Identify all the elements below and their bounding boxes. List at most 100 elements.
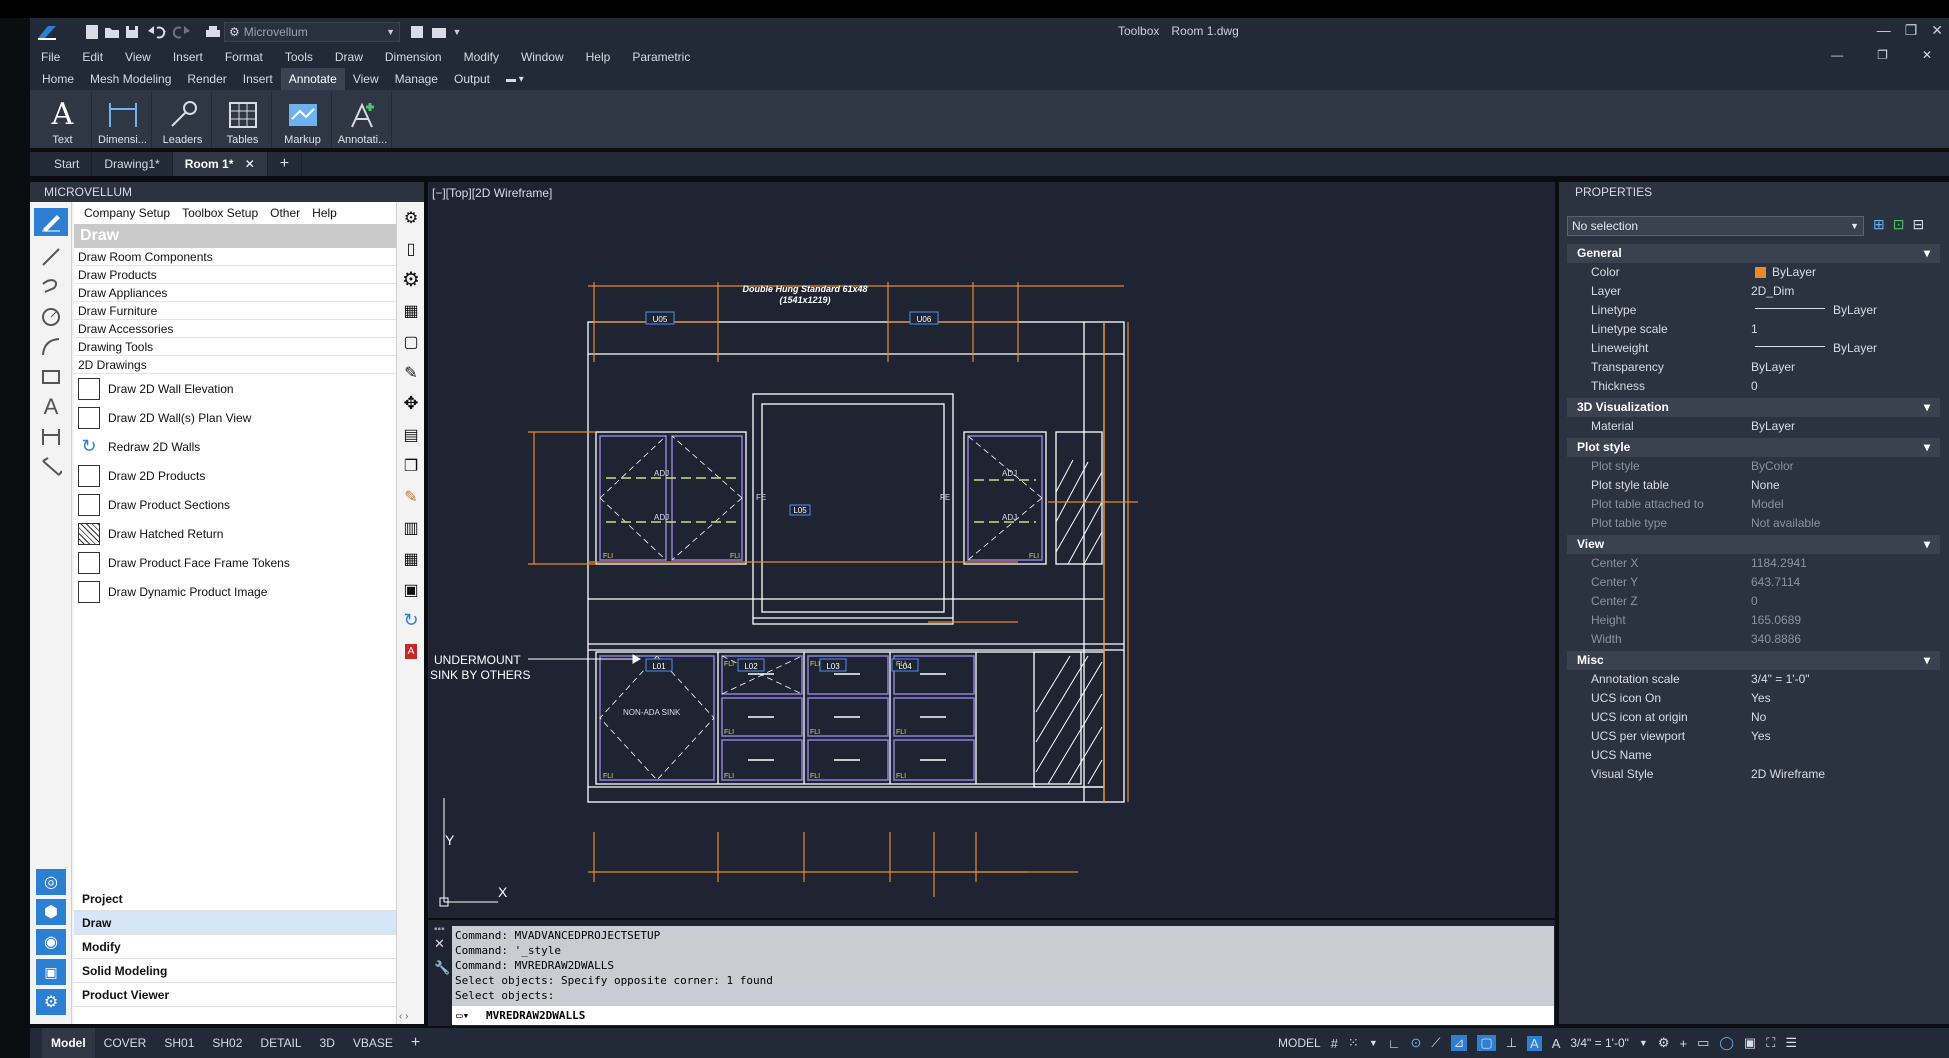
property-value-wrap[interactable]: ByLayer (1747, 339, 1940, 358)
2d-drawings-item[interactable]: 2D Drawings (74, 356, 396, 374)
menu-dimension[interactable]: Dimension (374, 50, 453, 64)
doc-tab-drawing1[interactable]: Drawing1* (92, 152, 173, 176)
menu-window[interactable]: Window (510, 50, 575, 64)
property-row[interactable]: Center Y 643.7114 (1567, 573, 1940, 592)
property-row[interactable]: Plot table type Not available (1567, 514, 1940, 533)
text-button[interactable]: A Text (34, 92, 92, 148)
nav-solid-modeling[interactable]: Solid Modeling (74, 959, 396, 983)
menu-edit[interactable]: Edit (71, 50, 114, 64)
paint-brush-icon[interactable]: ✎ (397, 481, 425, 512)
property-value[interactable]: 0 (1747, 592, 1940, 611)
menu-insert[interactable]: Insert (162, 50, 214, 64)
draw-furniture-item[interactable]: Draw Furniture (74, 302, 396, 320)
dimension-button[interactable]: Dimensi... (94, 92, 152, 148)
property-value[interactable]: None (1747, 476, 1940, 495)
aligned-dimension-icon[interactable] (30, 452, 72, 482)
circle-icon[interactable] (30, 302, 72, 332)
menu-help[interactable]: Help (575, 50, 622, 64)
draw-accessories-item[interactable]: Draw Accessories (74, 320, 396, 338)
draw-dynamic-product-image-item[interactable]: Draw Dynamic Product Image (74, 577, 396, 606)
report-icon[interactable]: ▯ (397, 233, 425, 264)
arc-icon[interactable] (30, 332, 72, 362)
property-value[interactable]: 3/4" = 1'-0" (1747, 670, 1940, 689)
tab-annotate[interactable]: Annotate (280, 68, 345, 90)
new-tab-plus-icon[interactable]: + (268, 152, 303, 176)
property-row[interactable]: Linetype scale 1 (1567, 320, 1940, 339)
drawing-viewport[interactable]: U05 U06 L05 L01 L02 L03 L04 Double Hung … (427, 182, 1555, 918)
polar-icon[interactable]: ⊙ (1410, 1035, 1421, 1051)
menu-tools[interactable]: Tools (274, 50, 324, 64)
layout-tab-sh01[interactable]: SH01 (155, 1028, 203, 1058)
property-row[interactable]: Transparency ByLayer (1567, 358, 1940, 377)
property-value[interactable]: ByLayer (1833, 303, 1877, 317)
tab-close-icon[interactable]: ✕ (245, 157, 255, 171)
tab-view[interactable]: View (345, 72, 387, 86)
linear-dimension-icon[interactable] (30, 422, 72, 452)
qat-save-icon[interactable] (122, 22, 142, 42)
property-value[interactable] (1747, 746, 1940, 765)
move-icon[interactable]: ✥ (397, 388, 425, 419)
copy-icon[interactable]: ❐ (397, 450, 425, 481)
collapse-arrow-icon[interactable]: ▾ (1924, 535, 1930, 554)
doc-restore-icon[interactable]: ❐ (1866, 48, 1899, 62)
clean-screen-icon[interactable]: ⛶ (1766, 1035, 1775, 1051)
tab-mesh-modeling[interactable]: Mesh Modeling (82, 72, 179, 86)
property-category[interactable]: 3D Visualization ▾ (1567, 398, 1940, 417)
property-value[interactable]: 1 (1747, 320, 1940, 339)
redraw-2d-walls-item[interactable]: ↻ Redraw 2D Walls (74, 432, 396, 461)
product-viewer-nav-icon[interactable]: ⚙ (30, 987, 72, 1017)
nav-product-viewer[interactable]: Product Viewer (74, 983, 396, 1007)
tab-home[interactable]: Home (34, 72, 82, 86)
property-row[interactable]: Color ByLayer (1567, 263, 1940, 282)
snap-dropdown-icon[interactable]: ▼ (1369, 1038, 1378, 1048)
property-category[interactable]: View ▾ (1567, 535, 1940, 554)
property-row[interactable]: Plot style ByColor (1567, 457, 1940, 476)
property-value[interactable]: Yes (1747, 689, 1940, 708)
property-value-wrap[interactable]: ByLayer (1747, 263, 1940, 282)
draw-products-item[interactable]: Draw Products (74, 266, 396, 284)
add-layout-plus-icon[interactable]: + (402, 1028, 429, 1058)
draw-2d-wall-plan-view-item[interactable]: Draw 2D Wall(s) Plan View (74, 403, 396, 432)
scroll-arrows-icon[interactable]: ‹ › (399, 1011, 408, 1022)
draw-product-sections-item[interactable]: Draw Product Sections (74, 490, 396, 519)
layout-tab-sh02[interactable]: SH02 (203, 1028, 251, 1058)
property-value[interactable]: Model (1747, 495, 1940, 514)
qat-redo-icon[interactable] (170, 22, 198, 42)
options-gear-icon[interactable]: ⚙ (397, 264, 425, 295)
property-row[interactable]: Lineweight ByLayer (1567, 339, 1940, 358)
frame-icon[interactable]: ▤ (397, 419, 425, 450)
rectangle-icon[interactable] (30, 362, 72, 392)
settings-gear-icon[interactable]: ⚙ (397, 202, 425, 233)
polyline-icon[interactable] (30, 272, 72, 302)
layout-tab-3d[interactable]: 3D (311, 1028, 344, 1058)
property-value[interactable]: 643.7114 (1747, 573, 1940, 592)
draw-appliances-item[interactable]: Draw Appliances (74, 284, 396, 302)
qat-open-icon[interactable] (102, 22, 122, 42)
property-value[interactable]: ByLayer (1772, 265, 1816, 279)
collapse-arrow-icon[interactable]: ▾ (1924, 651, 1930, 670)
property-value[interactable]: No (1747, 708, 1940, 727)
qat-undo-icon[interactable] (142, 22, 170, 42)
mtext-icon[interactable]: A (30, 392, 72, 422)
selection-dropdown[interactable]: No selection ▼ (1567, 216, 1864, 236)
property-row[interactable]: Plot style table None (1567, 476, 1940, 495)
tab-output[interactable]: Output (446, 72, 498, 86)
property-value[interactable]: ByLayer (1747, 358, 1940, 377)
customize-menu-icon[interactable]: ☰ (1785, 1035, 1797, 1051)
menu-toolbox-setup[interactable]: Toolbox Setup (176, 206, 264, 220)
annotation-scale-value[interactable]: 3/4" = 1'-0" (1570, 1036, 1629, 1050)
command-input[interactable]: ▭▾ MVREDRAW2DWALLS (452, 1006, 1554, 1025)
quick-select-icon[interactable]: ⊟ (1912, 216, 1924, 233)
markup-button[interactable]: Markup (274, 92, 332, 148)
qat-icon-a[interactable] (406, 22, 428, 42)
nav-modify[interactable]: Modify (74, 935, 396, 959)
draw-2d-products-item[interactable]: Draw 2D Products (74, 461, 396, 490)
property-row[interactable]: Height 165.0689 (1567, 611, 1940, 630)
qat-icon-b[interactable] (428, 22, 450, 42)
menu-parametric[interactable]: Parametric (621, 50, 701, 64)
layout-tab-detail[interactable]: DETAIL (251, 1028, 310, 1058)
command-customize-icon[interactable]: 🔧 (434, 960, 450, 976)
doc-minimize-icon[interactable]: — (1820, 48, 1854, 62)
property-row[interactable]: UCS Name (1567, 746, 1940, 765)
property-row[interactable]: Visual Style 2D Wireframe (1567, 765, 1940, 784)
